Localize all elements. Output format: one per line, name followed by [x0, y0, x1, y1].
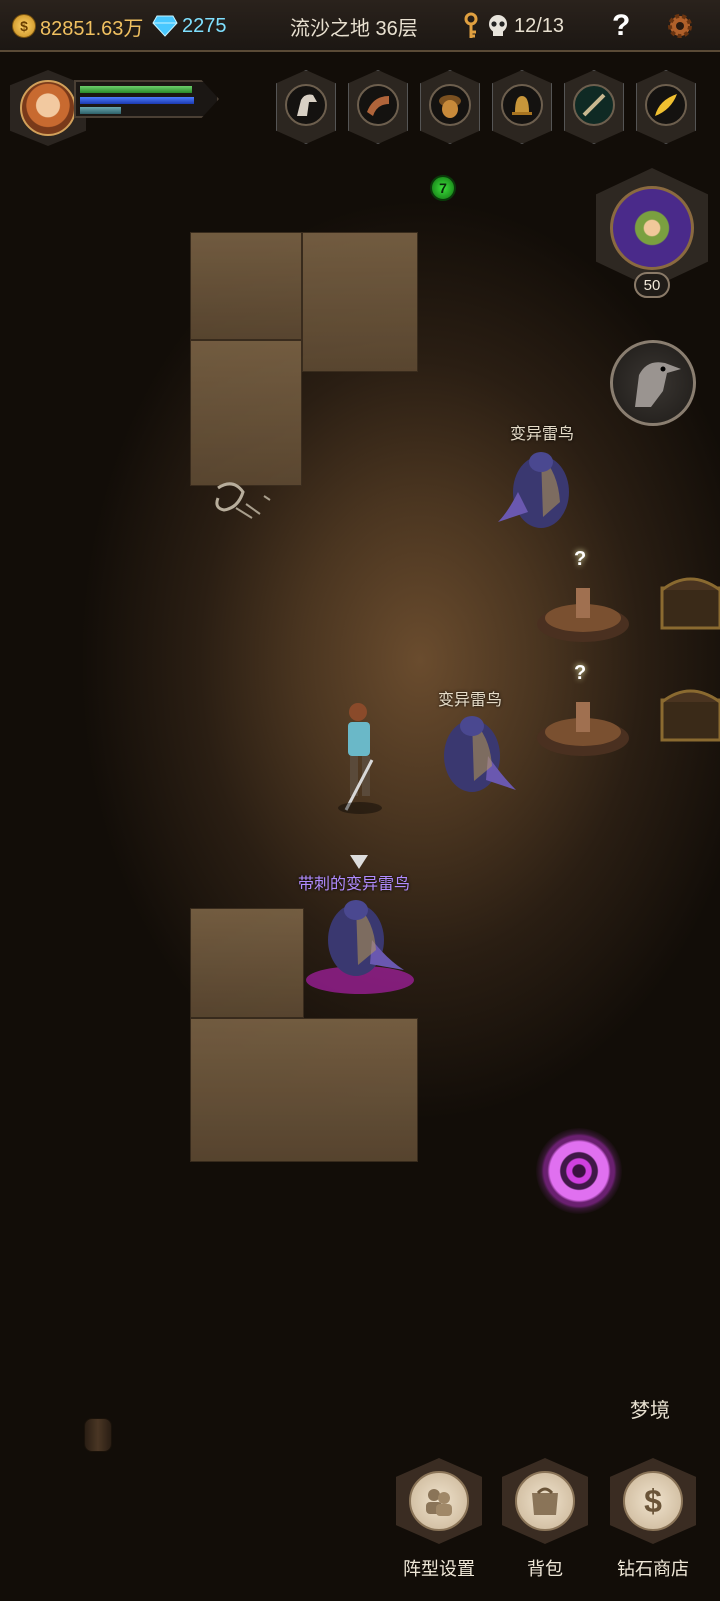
feather-icon	[645, 84, 687, 126]
treasure-chest[interactable]	[660, 568, 720, 638]
key-icon	[464, 12, 478, 38]
status-bars	[74, 80, 219, 118]
acorn-icon	[429, 84, 471, 126]
barrel	[84, 1418, 112, 1452]
mp-bar	[80, 97, 195, 104]
fairy-portrait	[610, 186, 694, 270]
bird-skill-button[interactable]	[610, 340, 696, 426]
mystery-altar[interactable]	[534, 574, 632, 644]
floor-tile	[190, 340, 302, 486]
backpack-label: 背包	[527, 1559, 563, 1579]
gem-value: 2275	[182, 14, 227, 37]
horn-icon	[357, 84, 399, 126]
floor-tile	[190, 908, 304, 1018]
item-slot-4[interactable]	[492, 70, 552, 144]
diamond-shop-button[interactable]: $	[610, 1458, 696, 1544]
floor-tile	[302, 232, 418, 372]
bones-icon	[215, 482, 271, 519]
enemy-label: 变异雷鸟	[510, 426, 575, 443]
gold-counter[interactable]: $ 82851.63万	[12, 0, 143, 52]
help-button[interactable]: ?	[612, 0, 630, 52]
altar-question-mark: ?	[574, 548, 587, 570]
top-bar: $ 82851.63万 2275 流沙之地 36层 12/13 ?	[0, 0, 720, 52]
flute-icon	[573, 84, 615, 126]
diamond-shop-label: 钻石商店	[617, 1559, 689, 1579]
kill-value: 12/13	[514, 14, 565, 37]
formation-button[interactable]	[396, 1458, 482, 1544]
floor-tile	[190, 232, 302, 340]
gold-coin-icon: $	[12, 14, 36, 38]
companion-level: 50	[634, 272, 670, 298]
treasure-chest[interactable]	[660, 680, 720, 750]
item-slot-1[interactable]	[276, 70, 336, 144]
item-slot-6[interactable]	[636, 70, 696, 144]
floor-title: 流沙之地 36层	[290, 17, 418, 40]
formation-label: 阵型设置	[403, 1559, 475, 1579]
diamond-icon	[152, 15, 178, 37]
formation-icon	[426, 1489, 452, 1516]
elite-thunderbird-enemy[interactable]	[300, 890, 420, 1000]
item-slot-3[interactable]	[420, 70, 480, 144]
mystery-altar[interactable]	[534, 688, 632, 758]
quest-badge[interactable]: 7	[430, 175, 456, 201]
game-scene[interactable]: $ 82851.63万 2275 流沙之地 36层 12/13 ? 7 50 变…	[0, 0, 720, 1601]
horse-head-icon	[285, 84, 327, 126]
item-slot-2[interactable]	[348, 70, 408, 144]
floor-tile	[190, 1018, 418, 1162]
dream-mode-label[interactable]: 梦境	[630, 1394, 670, 1423]
altar-question-mark: ?	[574, 662, 587, 684]
target-indicator	[350, 855, 368, 869]
gem-counter[interactable]: 2275	[152, 0, 227, 52]
thunderbird-enemy[interactable]	[498, 442, 584, 538]
raven-icon	[635, 362, 681, 407]
settings-button[interactable]	[664, 0, 696, 52]
skull-icon	[489, 15, 507, 36]
backpack-icon	[532, 1487, 558, 1515]
gear-icon	[668, 14, 692, 38]
xp-bar	[80, 107, 122, 114]
hero-avatar[interactable]	[20, 80, 76, 136]
item-slot-5[interactable]	[564, 70, 624, 144]
kill-counter: 12/13	[462, 0, 564, 52]
companion-portrait[interactable]: 50	[596, 168, 708, 298]
hp-bar	[80, 86, 193, 93]
portal[interactable]	[536, 1128, 622, 1214]
bell-icon	[501, 84, 543, 126]
dollar-icon: $	[623, 1471, 683, 1531]
backpack-button[interactable]	[502, 1458, 588, 1544]
gold-value: 82851.63万	[40, 17, 144, 40]
thunderbird-enemy[interactable]	[432, 706, 518, 802]
hero-character[interactable]	[328, 700, 392, 820]
